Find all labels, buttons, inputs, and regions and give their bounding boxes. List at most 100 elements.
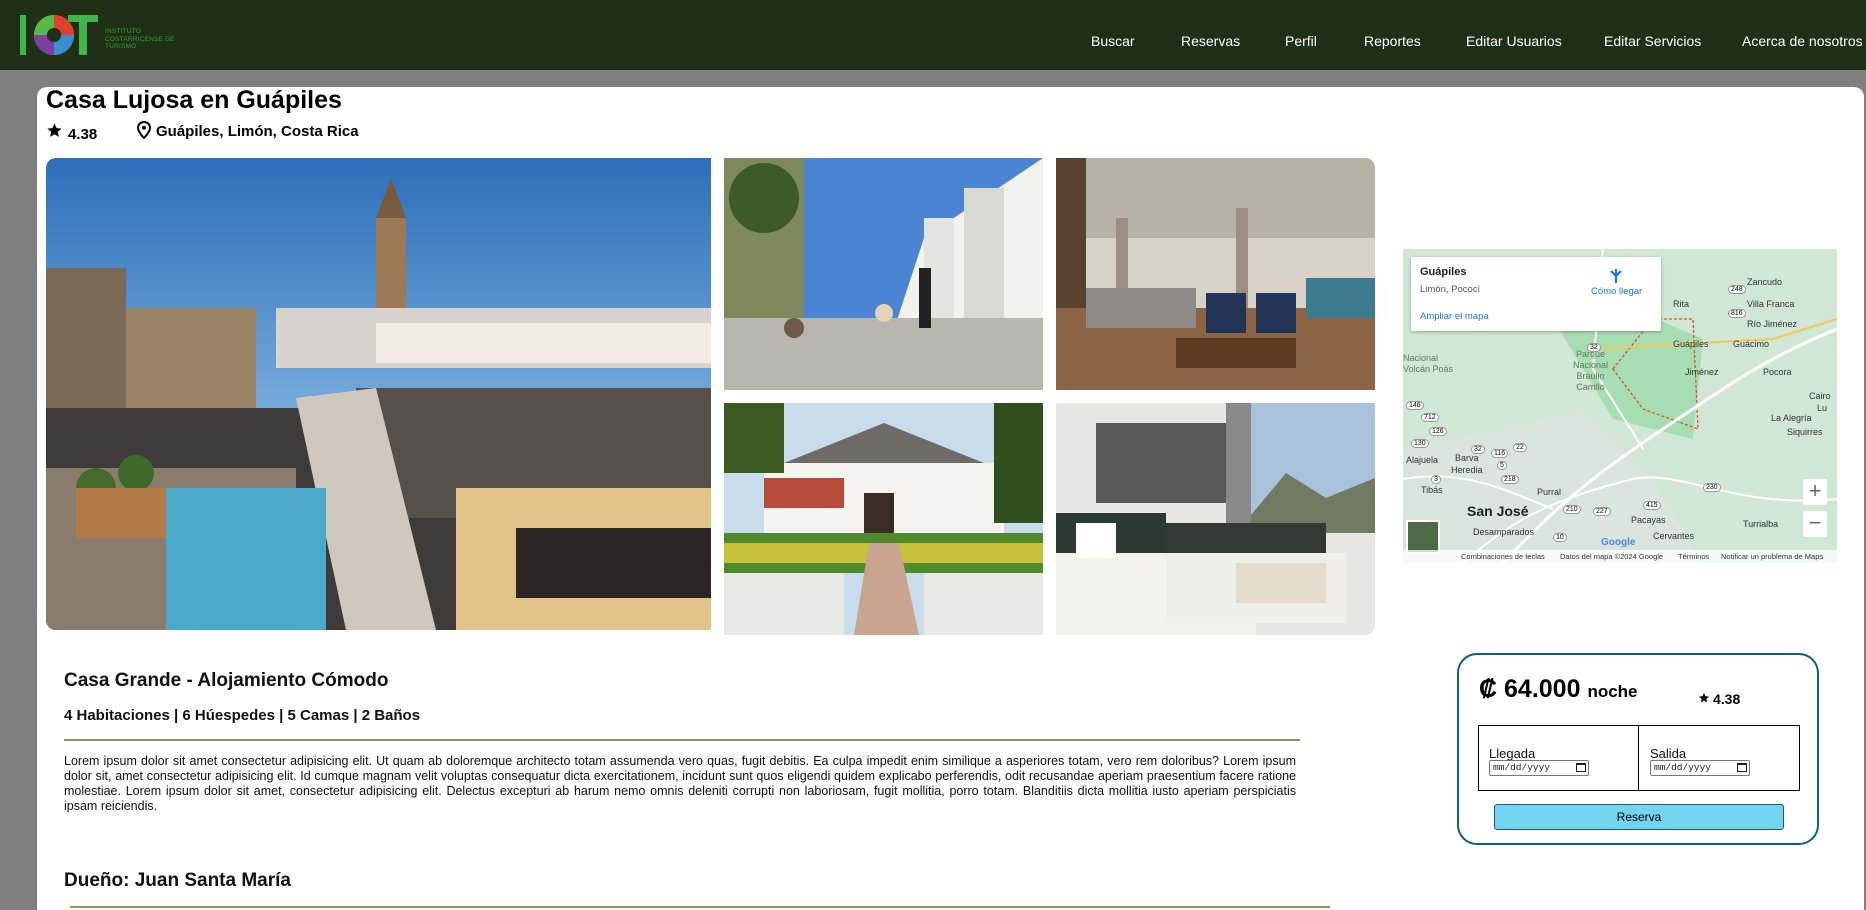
map-label-purral: Purral	[1537, 487, 1562, 497]
road-shield-130: 130	[1411, 439, 1429, 448]
road-shield-146: 146	[1406, 401, 1424, 410]
map-zoom-in[interactable]: +	[1803, 479, 1827, 505]
checkin-label: Llegada	[1489, 746, 1536, 761]
nav-reportes[interactable]: Reportes	[1364, 33, 1421, 49]
checkout-input[interactable]: mm/dd/yyyy	[1650, 760, 1750, 776]
map-label-heredia: Heredia	[1451, 465, 1483, 475]
map-label-turrialba: Turrialba	[1743, 519, 1779, 529]
map-zoom-out[interactable]: −	[1803, 511, 1827, 537]
booking-widget: ₡ 64.000 noche 4.38 Llegada mm/dd/yyyy S…	[1457, 653, 1819, 845]
map-label-tibas: Tibás	[1421, 485, 1443, 495]
road-shield-10: 10	[1553, 533, 1567, 542]
price-unit: noche	[1587, 682, 1638, 701]
checkin-column: Llegada mm/dd/yyyy	[1479, 726, 1639, 790]
map-label-cairo: Cairo	[1809, 391, 1831, 401]
nav-buscar[interactable]: Buscar	[1091, 33, 1135, 49]
map-label-pacayas: Pacayas	[1631, 515, 1666, 525]
map-label-desamparados: Desamparados	[1473, 527, 1535, 537]
photo-lobby[interactable]	[1056, 158, 1375, 390]
nav-perfil[interactable]: Perfil	[1285, 33, 1317, 49]
nav-editar-usuarios[interactable]: Editar Usuarios	[1466, 33, 1562, 49]
logo-text: INSTITUTO COSTARRICENSE DE TURISMO	[105, 28, 175, 50]
nav-editar-servicios[interactable]: Editar Servicios	[1604, 33, 1701, 49]
listing-specs: 4 Habitaciones | 6 Húespedes | 5 Camas |…	[64, 707, 421, 724]
ict-logo-mark	[20, 15, 98, 55]
checkout-placeholder: mm/dd/yyyy	[1654, 762, 1712, 773]
road-shield-712: 712	[1421, 413, 1439, 422]
listing-location: Guápiles, Limón, Costa Rica	[156, 123, 359, 140]
checkin-placeholder: mm/dd/yyyy	[1493, 762, 1551, 773]
map-label-villa-franca: Villa Franca	[1747, 299, 1795, 309]
map-footer-terms[interactable]: Términos	[1678, 552, 1709, 561]
listing-description: Lorem ipsum dolor sit amet consectetur a…	[64, 754, 1296, 813]
listing-title: Casa Lujosa en Guápiles	[46, 86, 342, 114]
listing-rating: 4.38	[68, 126, 98, 143]
booking-rating-value: 4.38	[1713, 691, 1741, 707]
photo-rooftop-terrace[interactable]	[46, 158, 711, 630]
photo-bedroom[interactable]	[1056, 403, 1375, 635]
location-pin-icon	[137, 121, 151, 139]
road-shield-3: 3	[1431, 475, 1441, 484]
road-shield-230: 230	[1703, 483, 1721, 492]
map-label-guapiles: Guápiles	[1673, 339, 1709, 349]
reserve-button[interactable]: Reserva	[1494, 804, 1784, 830]
google-logo: Google	[1601, 537, 1636, 548]
map-footer-report[interactable]: Notificar un problema de Maps	[1721, 552, 1823, 561]
ict-logo[interactable]: INSTITUTO COSTARRICENSE DE TURISMO	[18, 9, 178, 61]
road-shield-816: 816	[1728, 309, 1746, 318]
map-place-name: Guápiles	[1420, 266, 1467, 278]
road-shield-415: 415	[1643, 501, 1661, 510]
road-shield-126: 126	[1429, 427, 1447, 436]
map-footer-data: Datos del mapa ©2024 Google	[1560, 552, 1664, 561]
map-place-sub: Limón, Pococí	[1420, 284, 1481, 295]
nav-reservas[interactable]: Reservas	[1181, 33, 1240, 49]
star-icon	[47, 123, 62, 137]
map-label-barva: Barva	[1455, 453, 1479, 463]
map-label-volcan: Nacional Volcán Poás	[1403, 353, 1454, 374]
road-shield-218: 218	[1501, 475, 1519, 484]
map-footer-shortcuts[interactable]: Combinaciones de teclas	[1461, 552, 1545, 561]
calendar-icon[interactable]	[1576, 763, 1586, 772]
map-label-la-alegria: La Alegría	[1771, 413, 1812, 423]
map-expand-link[interactable]: Ampliar el mapa	[1420, 311, 1489, 322]
map-label-lu: Lu	[1817, 403, 1828, 413]
section-divider	[64, 739, 1300, 741]
photo-patio[interactable]	[724, 158, 1043, 390]
map-label-pocora: Pocora	[1763, 367, 1792, 377]
map-place-card: Guápiles Limón, Pococí Cómo llegar Ampli…	[1411, 257, 1661, 331]
map-directions-link[interactable]: Cómo llegar	[1591, 286, 1642, 297]
listing-owner: Dueño: Juan Santa María	[64, 870, 291, 891]
road-shield-116: 116	[1491, 449, 1509, 458]
star-icon	[1699, 693, 1709, 703]
listing-subtitle: Casa Grande - Alojamiento Cómodo	[64, 670, 389, 691]
top-navbar: INSTITUTO COSTARRICENSE DE TURISMO Busca…	[0, 0, 1866, 70]
owner-divider	[70, 906, 1330, 908]
map-label-parque: Parque Nacional Braulio Carrillo	[1573, 349, 1609, 392]
road-shield-248: 248	[1728, 285, 1746, 294]
currency-symbol: ₡	[1479, 675, 1498, 703]
calendar-icon[interactable]	[1737, 763, 1747, 772]
booking-rating: 4.38	[1699, 691, 1741, 707]
road-shield-32b: 32	[1471, 445, 1485, 454]
road-shield-227: 227	[1593, 507, 1611, 516]
nav-acerca-de-nosotros[interactable]: Acerca de nosotros	[1742, 33, 1863, 49]
photo-house-garden[interactable]	[724, 403, 1043, 635]
road-shield-32: 32	[1587, 343, 1601, 352]
map-label-san-jose: San José	[1467, 503, 1529, 519]
map-label-rita: Rita	[1673, 299, 1690, 309]
map-embed[interactable]: Parque Nacional Braulio Carrillo Nacional Vo…	[1403, 249, 1837, 563]
map-label-alajuela: Alajuela	[1406, 455, 1439, 465]
map-footer: Combinaciones de teclas Datos del mapa ©…	[1403, 550, 1837, 563]
price-value: 64.000	[1504, 675, 1581, 703]
map-label-zancudo: Zancudo	[1747, 277, 1783, 287]
price-line: ₡ 64.000 noche	[1479, 675, 1638, 704]
directions-icon[interactable]	[1607, 267, 1625, 285]
checkout-column: Salida mm/dd/yyyy	[1640, 726, 1800, 790]
map-label-rio-jimenez: Río Jiménez	[1747, 319, 1798, 329]
map-label-jimenez: Jiménez	[1685, 367, 1719, 377]
checkin-input[interactable]: mm/dd/yyyy	[1489, 760, 1589, 776]
road-shield-22: 22	[1513, 443, 1527, 452]
map-label-guacimo: Guácimo	[1733, 339, 1770, 349]
map-label-siquirres: Siquirres	[1787, 427, 1823, 437]
date-picker-group: Llegada mm/dd/yyyy Salida mm/dd/yyyy	[1478, 725, 1800, 791]
